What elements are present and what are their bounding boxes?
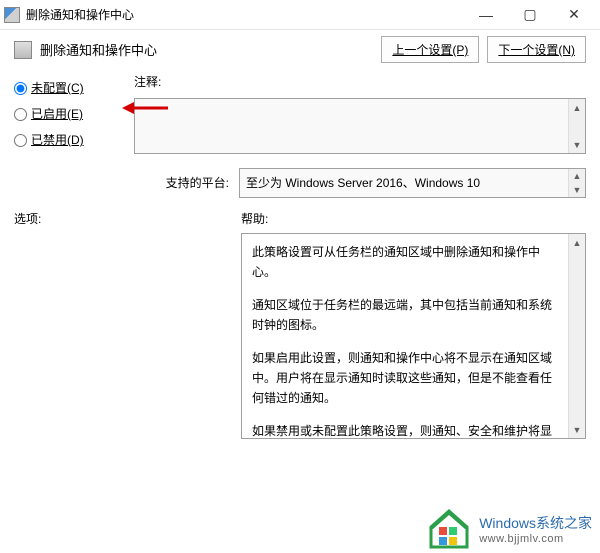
help-label: 帮助: [241, 210, 586, 227]
scroll-up-icon[interactable]: ▲ [569, 99, 585, 116]
options-column: 选项: [14, 210, 229, 439]
help-paragraph: 此策略设置可从任务栏的通知区域中删除通知和操作中心。 [252, 242, 558, 283]
radio-disabled[interactable]: 已禁用(D) [14, 129, 124, 151]
scroll-down-icon[interactable]: ▼ [569, 183, 585, 197]
scroll-up-icon[interactable]: ▲ [569, 234, 585, 251]
watermark-text-wrap: Windows系统之家 www.bjjmlv.com [479, 513, 592, 545]
config-area: 未配置(C) 已启用(E) 已禁用(D) 注释: ▲ ▼ 支持的平台: [0, 73, 600, 198]
help-text: 此策略设置可从任务栏的通知区域中删除通知和操作中心。 通知区域位于任务栏的最远端… [242, 234, 568, 438]
comment-text [135, 99, 568, 153]
radio-not-configured-label: 未配置(C) [31, 77, 84, 99]
close-button[interactable]: ✕ [552, 0, 596, 29]
scroll-down-icon[interactable]: ▼ [569, 136, 585, 153]
window-controls: — ▢ ✕ [464, 0, 596, 29]
watermark: Windows系统之家 www.bjjmlv.com [419, 505, 600, 553]
options-label: 选项: [14, 210, 229, 227]
watermark-url: www.bjjmlv.com [479, 533, 592, 545]
scroll-up-icon[interactable]: ▲ [569, 169, 585, 183]
titlebar: 删除通知和操作中心 — ▢ ✕ [0, 0, 600, 30]
comment-label: 注释: [134, 73, 586, 90]
radio-enabled[interactable]: 已启用(E) [14, 103, 124, 125]
help-paragraph: 通知区域位于任务栏的最远端，其中包括当前通知和系统时钟的图标。 [252, 295, 558, 336]
supported-on-box: 至少为 Windows Server 2016、Windows 10 ▲ ▼ [239, 168, 586, 198]
next-setting-button[interactable]: 下一个设置(N) [487, 36, 586, 63]
scroll-down-icon[interactable]: ▼ [569, 421, 585, 438]
logo-house-icon [427, 509, 471, 549]
radio-disabled-label: 已禁用(D) [31, 129, 84, 151]
comment-textbox[interactable]: ▲ ▼ [134, 98, 586, 154]
minimize-button[interactable]: — [464, 0, 508, 29]
maximize-button[interactable]: ▢ [508, 0, 552, 29]
help-paragraph: 如果启用此设置，则通知和操作中心将不显示在通知区域中。用户将在显示通知时读取这些… [252, 348, 558, 409]
prev-setting-button[interactable]: 上一个设置(P) [381, 36, 479, 63]
comment-scrollbar[interactable]: ▲ ▼ [568, 99, 585, 153]
app-icon [4, 7, 20, 23]
policy-icon [14, 41, 32, 59]
supported-on-text: 至少为 Windows Server 2016、Windows 10 [240, 169, 568, 197]
supported-scrollbar[interactable]: ▲ ▼ [568, 169, 585, 197]
watermark-brand: Windows系统之家 [479, 513, 592, 533]
radio-disabled-input[interactable] [14, 134, 27, 147]
header-row: 删除通知和操作中心 上一个设置(P) 下一个设置(N) [0, 30, 600, 73]
supported-on-label: 支持的平台: [134, 168, 229, 191]
radio-enabled-label: 已启用(E) [31, 103, 83, 125]
radio-group: 未配置(C) 已启用(E) 已禁用(D) [14, 73, 124, 155]
radio-enabled-input[interactable] [14, 108, 27, 121]
help-textbox: 此策略设置可从任务栏的通知区域中删除通知和操作中心。 通知区域位于任务栏的最远端… [241, 233, 586, 439]
nav-buttons: 上一个设置(P) 下一个设置(N) [381, 36, 586, 63]
help-paragraph: 如果禁用或未配置此策略设置，则通知、安全和维护将显示在任务栏中。 [252, 421, 558, 438]
window-title: 删除通知和操作中心 [26, 6, 464, 23]
help-scrollbar[interactable]: ▲ ▼ [568, 234, 585, 438]
radio-not-configured[interactable]: 未配置(C) [14, 77, 124, 99]
bottom-section: 选项: 帮助: 此策略设置可从任务栏的通知区域中删除通知和操作中心。 通知区域位… [0, 198, 600, 439]
radio-not-configured-input[interactable] [14, 82, 27, 95]
help-column: 帮助: 此策略设置可从任务栏的通知区域中删除通知和操作中心。 通知区域位于任务栏… [241, 210, 586, 439]
policy-title: 删除通知和操作中心 [40, 40, 381, 59]
